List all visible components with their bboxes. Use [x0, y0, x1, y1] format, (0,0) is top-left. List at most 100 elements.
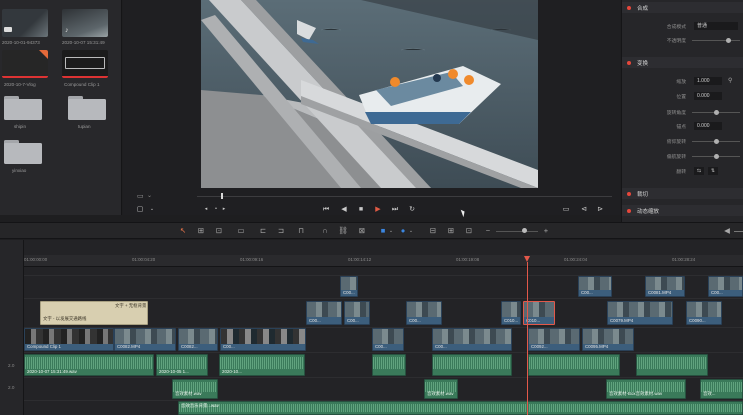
section-cropping[interactable]: 裁切 — [622, 188, 743, 199]
audio-clip[interactable]: 2020-10... — [219, 354, 305, 376]
opacity-slider[interactable] — [692, 40, 740, 41]
anchor-x-field[interactable]: 0.000 — [694, 122, 722, 130]
volume-slider[interactable] — [734, 231, 743, 232]
scrub-playhead[interactable] — [221, 193, 223, 199]
insert-clip-icon[interactable]: ⊏ — [258, 226, 268, 236]
audio-clip[interactable] — [372, 354, 406, 376]
bin-folder-icon[interactable] — [68, 96, 106, 120]
video-clip[interactable]: C00... — [432, 328, 512, 351]
video-clip[interactable]: C00... — [406, 301, 442, 325]
compound-clip[interactable]: Compound Clip 1 — [24, 328, 114, 351]
dynamic-trim-icon[interactable]: ⊡ — [214, 226, 224, 236]
replace-clip-icon[interactable]: ⊓ — [296, 226, 306, 236]
chevron-down-icon[interactable]: ⌄ — [147, 192, 152, 199]
rotation-slider-knob[interactable] — [714, 110, 719, 115]
zoom-slider-knob[interactable] — [522, 228, 527, 233]
audio-clip-music[interactable]: 音效音乐背景...wav — [178, 401, 743, 415]
play-icon[interactable]: ▶ — [373, 203, 383, 216]
audio-clip[interactable]: 音效素材.wav — [172, 379, 218, 399]
go-to-start-icon[interactable]: ⏮ — [321, 203, 331, 216]
video-clip[interactable]: C0081.MP4 — [645, 276, 685, 297]
loop-icon[interactable]: ↻ — [407, 203, 417, 216]
zoom-custom-icon[interactable]: ⊡ — [464, 226, 474, 236]
zoom-fit-icon[interactable]: ▭ — [137, 192, 144, 200]
section-dynamic-zoom[interactable]: 动态缩放 — [622, 205, 743, 216]
enable-dot-icon[interactable] — [627, 191, 631, 196]
chevron-down-icon[interactable]: ⌄ — [406, 226, 416, 236]
play-reverse-icon[interactable]: ◀ — [339, 203, 349, 216]
chevron-down-icon[interactable]: ⌄ — [386, 226, 396, 236]
bin-folder-icon[interactable] — [4, 140, 42, 164]
linked-selection-icon[interactable]: ⛓ — [338, 226, 348, 236]
video-clip[interactable]: C0095.MP4 — [582, 328, 634, 351]
audio-clip[interactable]: 音效... — [700, 379, 743, 399]
enable-dot-icon[interactable] — [627, 5, 631, 10]
opacity-slider-knob[interactable] — [726, 38, 731, 43]
zoom-full-icon[interactable]: ⊟ — [428, 226, 438, 236]
scrub-track[interactable] — [197, 196, 612, 197]
video-clip[interactable]: C0090... — [686, 301, 722, 325]
media-clip-thumb[interactable]: ♪ — [62, 9, 108, 37]
stop-icon[interactable]: ■ — [356, 203, 366, 216]
media-clip-thumb[interactable] — [2, 9, 48, 37]
yaw-slider-knob[interactable] — [714, 154, 719, 159]
selection-tool-icon[interactable]: ↖ — [178, 226, 188, 236]
enable-dot-icon[interactable] — [627, 60, 631, 65]
audio-clip[interactable]: 2020-10-07 15:31:49.wav — [24, 354, 154, 376]
video-clip[interactable]: C00... — [708, 276, 743, 297]
zoom-x-field[interactable]: 1.000 — [694, 77, 722, 85]
mark-in-icon[interactable]: ⊲ — [579, 203, 589, 216]
jog-left-icon[interactable]: ◂ — [201, 203, 211, 216]
video-clip[interactable]: C0082.MP4 — [114, 328, 176, 351]
speaker-icon[interactable]: ◀ — [722, 226, 732, 236]
mark-out-icon[interactable]: ⊳ — [595, 203, 605, 216]
audio-clip[interactable] — [636, 354, 708, 376]
video-clip[interactable]: C00... — [344, 301, 370, 325]
position-x-field[interactable]: 0.000 — [694, 92, 722, 100]
jog-right-icon[interactable]: ▸ — [219, 203, 229, 216]
video-clip[interactable]: C00... — [578, 276, 612, 297]
section-transform[interactable]: 变换 — [622, 57, 743, 68]
media-clip-thumb[interactable] — [62, 50, 108, 78]
chevron-down-icon[interactable]: ⌄ — [147, 203, 157, 216]
overwrite-clip-icon[interactable]: ⊐ — [276, 226, 286, 236]
flip-horizontal-icon[interactable]: ⇆ — [694, 167, 704, 175]
go-to-end-icon[interactable]: ⏭ — [390, 203, 400, 216]
position-lock-icon[interactable]: ⊠ — [357, 226, 367, 236]
video-clip[interactable]: C0082... — [178, 328, 218, 351]
video-clip[interactable]: C010... — [501, 301, 521, 325]
audio-clip[interactable]: 音效素材-Box音效素材.wav — [606, 379, 686, 399]
blade-tool-icon[interactable]: ▭ — [236, 226, 246, 236]
timeline-ruler[interactable]: 01:00:00:00 01:00:04:20 01:00:09:16 01:0… — [24, 255, 743, 267]
composite-mode-select[interactable]: 普通 — [694, 22, 738, 30]
snapping-icon[interactable]: ∩ — [320, 226, 330, 236]
video-clip[interactable]: C00... — [372, 328, 404, 351]
video-clip[interactable]: C0092... — [528, 328, 580, 351]
video-clip[interactable]: C0079.MP4 — [607, 301, 673, 325]
audio-clip[interactable]: 音效素材.wav — [424, 379, 458, 399]
flip-vertical-icon[interactable]: ⇅ — [708, 167, 718, 175]
link-icon[interactable]: ⚲ — [728, 77, 732, 84]
bin-folder-icon[interactable] — [4, 96, 42, 120]
video-clip[interactable]: C00... — [220, 328, 306, 351]
section-composite[interactable]: 合成 — [622, 2, 743, 13]
zoom-slider[interactable] — [496, 231, 538, 232]
media-clip-thumb[interactable] — [2, 50, 48, 78]
playhead-line[interactable] — [527, 262, 528, 415]
pitch-slider-knob[interactable] — [714, 139, 719, 144]
match-frame-icon[interactable]: ▭ — [561, 203, 571, 216]
zoom-detail-icon[interactable]: ⊞ — [446, 226, 456, 236]
video-clip[interactable]: C00... — [340, 276, 358, 297]
zoom-in-icon[interactable]: + — [541, 226, 551, 236]
viewer-scrubber[interactable]: ▭ ⌄ — [137, 192, 612, 200]
trim-tool-icon[interactable]: ⊞ — [196, 226, 206, 236]
enable-dot-icon[interactable] — [627, 208, 631, 213]
zoom-out-icon[interactable]: − — [483, 226, 493, 236]
viewer-video-frame[interactable] — [201, 0, 538, 188]
title-clip[interactable]: 文字 + 无框背景 文字 - 以发展交通路线 — [40, 301, 148, 325]
audio-clip[interactable]: 2020-10-05 1... — [156, 354, 208, 376]
audio-clip[interactable] — [432, 354, 512, 376]
viewer-options-icon[interactable]: ▢ — [135, 203, 145, 216]
video-clip[interactable]: C00... — [306, 301, 342, 325]
audio-clip[interactable] — [528, 354, 620, 376]
